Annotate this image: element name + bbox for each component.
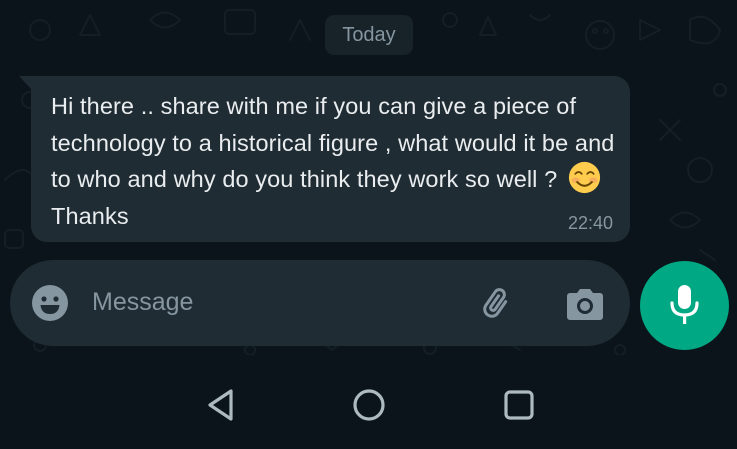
paperclip-icon[interactable] bbox=[476, 282, 520, 326]
message-input[interactable] bbox=[92, 282, 452, 322]
camera-icon[interactable] bbox=[563, 284, 607, 324]
back-icon[interactable] bbox=[201, 386, 239, 424]
message-body-end: Thanks bbox=[51, 202, 129, 229]
message-body: Hi there .. share with me if you can giv… bbox=[51, 93, 615, 192]
smiling-face-emoji-icon bbox=[568, 161, 601, 194]
incoming-message-bubble[interactable]: Hi there .. share with me if you can giv… bbox=[31, 76, 630, 242]
message-composer bbox=[10, 260, 630, 346]
message-timestamp: 22:40 bbox=[567, 213, 613, 233]
mic-icon bbox=[670, 285, 699, 324]
message-text: Hi there .. share with me if you can giv… bbox=[51, 88, 616, 234]
home-icon[interactable] bbox=[350, 386, 388, 424]
emoji-icon[interactable] bbox=[30, 283, 70, 323]
date-divider: Today bbox=[325, 15, 413, 55]
voice-message-button[interactable] bbox=[640, 261, 729, 350]
system-navigation-bar bbox=[0, 355, 737, 449]
recents-icon[interactable] bbox=[501, 387, 537, 423]
